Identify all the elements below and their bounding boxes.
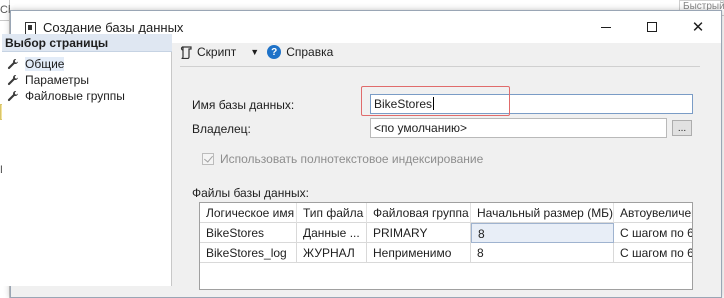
db-name-label: Имя базы данных: [192,98,295,112]
maximize-icon [647,22,657,32]
nav-item-options[interactable]: Параметры [7,72,89,88]
close-icon: ✕ [691,19,705,36]
initial-size-cell[interactable]: 8 [471,223,614,243]
db-name-value: BikeStores [374,97,433,111]
nav-item-label: Параметры [25,73,89,87]
column-header[interactable]: Файловая группа [367,203,471,223]
text-caret [433,97,435,110]
close-button[interactable]: ✕ [675,11,721,43]
dialog-title: Создание базы данных [43,20,184,35]
logical-name-cell[interactable]: BikeStores_log [200,243,297,263]
fulltext-checkbox-row: Использовать полнотекстовое индексирован… [202,152,483,166]
owner-input[interactable]: <по умолчанию> [370,118,667,138]
nav-item-general[interactable]: Общие [7,56,65,72]
page-selection-panel: Выбор страницы Общие Параметры Файловые … [2,34,172,286]
owner-value: <по умолчанию> [374,121,468,135]
file-type-cell[interactable]: ЖУРНАЛ [297,243,367,263]
page-selection-header: Выбор страницы [2,34,172,52]
script-icon [180,45,193,59]
fulltext-label: Использовать полнотекстовое индексирован… [220,152,484,166]
script-dropdown-icon[interactable]: ▼ [250,47,259,57]
maximize-button[interactable] [629,11,675,43]
script-button[interactable]: Скрипт [180,41,236,63]
file-type-cell[interactable]: Данные ... [297,223,367,243]
wrench-icon [7,58,19,70]
autogrowth-cell[interactable]: С шагом по 64 [614,223,692,243]
db-name-input[interactable]: BikeStores [370,94,693,114]
filegroup-cell[interactable]: Неприменимо [367,243,471,263]
wrench-icon [7,74,19,86]
toolbar: Скрипт ▼ ? Справка [180,40,700,64]
wrench-icon [7,90,19,102]
help-button[interactable]: ? Справка [267,41,333,63]
table-row[interactable]: BikeStores Данные ... PRIMARY 8 С шагом … [200,223,692,243]
nav-item-label: Файловые группы [25,89,125,103]
browse-owner-button[interactable]: ... [672,120,692,136]
background-divider [0,20,10,21]
minimize-icon [601,26,611,28]
help-label: Справка [286,45,334,59]
logical-name-cell[interactable]: BikeStores [200,223,297,243]
database-files-table: Логическое имя Тип файла Файловая группа… [199,202,693,290]
column-header[interactable]: Автоувеличение [614,203,692,223]
filegroup-cell[interactable]: PRIMARY [367,223,471,243]
table-header-row: Логическое имя Тип файла Файловая группа… [200,203,692,223]
background-text-fragment: Ch [0,4,10,16]
column-header[interactable]: Логическое имя [200,203,297,223]
table-row[interactable]: BikeStores_log ЖУРНАЛ Неприменимо 8 С ша… [200,243,692,263]
minimize-button[interactable] [583,11,629,43]
nav-item-filegroups[interactable]: Файловые группы [7,88,125,104]
autogrowth-cell[interactable]: С шагом по 64 [614,243,692,263]
initial-size-cell[interactable]: 8 [471,243,614,263]
column-header[interactable]: Тип файла [297,203,367,223]
owner-label: Владелец: [192,122,251,136]
column-header[interactable]: Начальный размер (МБ) [471,203,614,223]
help-icon: ? [267,45,282,59]
files-label: Файлы базы данных: [192,186,309,200]
nav-item-label: Общие [25,57,65,71]
toolbar-divider [180,66,700,67]
script-label: Скрипт [197,45,237,59]
fulltext-checkbox[interactable] [202,153,214,165]
